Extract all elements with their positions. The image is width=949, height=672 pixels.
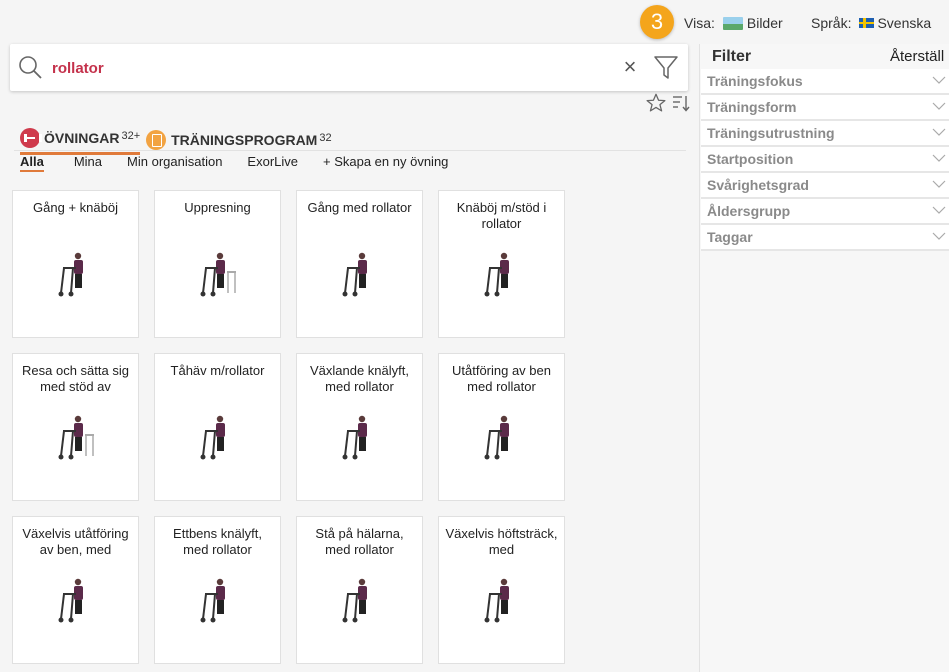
exercise-card[interactable]: Växelvis utåtföring av ben, med [12,516,139,664]
filter-title: Filter [712,48,752,65]
list-tools [645,92,691,114]
exercise-illustration [200,415,225,460]
clear-search-icon[interactable]: × [620,56,640,78]
filter-item-aldersgrupp[interactable]: Åldersgrupp [701,199,949,225]
chevron-down-icon [932,154,946,162]
language-label: Språk: [811,15,852,31]
filter-panel: Filter Återställ Träningsfokus Träningsf… [699,44,949,672]
exercise-title: Knäböj m/stöd i rollator [456,200,547,231]
exercise-illustration [58,578,83,623]
filter-item-label: Träningsutrustning [707,125,835,141]
exercise-title: Tåhäv m/rollator [170,363,265,378]
dumbbell-icon [20,128,42,148]
swedish-flag-icon [859,18,875,28]
top-bar: 3 Visa: Bilder Språk: Svenska [0,0,949,44]
exercise-title: Växelvis utåtföring av ben, med [22,526,129,557]
create-exercise-link[interactable]: + Skapa en ny övning [323,154,448,172]
tab-programs-label: TRÄNINGSPROGRAM [171,131,318,148]
step-badge: 3 [640,5,674,39]
program-icon [146,129,167,150]
sort-icon[interactable] [671,93,691,113]
tab-exercises-count: 32+ [121,130,141,142]
exercise-illustration [484,578,509,623]
filter-item-label: Startposition [707,151,794,167]
exercise-card[interactable]: Gång + knäböj [12,190,139,338]
exercise-title: Utåtföring av ben med rollator [451,363,551,394]
filter-item-traningsutrustning[interactable]: Träningsutrustning [701,121,949,147]
subtab-mine[interactable]: Mina [74,154,102,172]
tab-exercises-label: ÖVNINGAR [44,130,120,146]
exercise-card[interactable]: Växelvis höftsträck, med [438,516,565,664]
language-value[interactable]: Svenska [877,15,931,31]
filter-item-label: Åldersgrupp [707,203,791,219]
exercise-card[interactable]: Ettbens knälyft, med rollator [154,516,281,664]
exercise-title: Gång med rollator [307,200,412,215]
filter-item-traningsform[interactable]: Träningsform [701,95,949,121]
view-selector[interactable]: Visa: Bilder [684,15,783,31]
filter-item-label: Träningsfokus [707,73,803,89]
filter-item-label: Svårighetsgrad [707,177,809,193]
subtab-exorlive[interactable]: ExorLive [247,154,298,172]
view-label: Visa: [684,15,715,31]
chevron-down-icon [932,128,946,136]
exercise-title: Ettbens knälyft, med rollator [173,526,262,557]
filter-list: Träningsfokus Träningsform Träningsutrus… [701,69,949,251]
subtab-all[interactable]: Alla [20,154,44,172]
exercise-illustration [484,415,509,460]
view-value[interactable]: Bilder [747,15,783,31]
exercise-illustration [58,252,83,297]
exercise-card[interactable]: Växlande knälyft, med rollator [296,353,423,501]
exercise-title: Resa och sätta sig med stöd av [22,363,129,394]
search-icon [19,56,42,79]
exercise-card[interactable]: Resa och sätta sig med stöd av [12,353,139,501]
exercise-card[interactable]: Gång med rollator [296,190,423,338]
chevron-down-icon [932,232,946,240]
tab-programs-count: 32 [319,131,332,144]
exercise-title: Stå på hälarna, med rollator [315,526,404,557]
exercise-card[interactable]: Knäböj m/stöd i rollator [438,190,565,338]
exercise-illustration [484,252,509,297]
exercise-title: Växlande knälyft, med rollator [309,363,409,394]
exercise-card[interactable]: Utåtföring av ben med rollator [438,353,565,501]
chevron-down-icon [932,180,946,188]
exercise-illustration [342,252,367,297]
exercise-title: Gång + knäböj [33,200,118,215]
filter-icon[interactable] [652,53,680,81]
exercise-illustration [200,578,225,623]
sub-tabs: Alla Mina Min organisation ExorLive + Sk… [20,154,473,172]
exercise-card[interactable]: Stå på hälarna, med rollator [296,516,423,664]
search-box: × [10,44,688,91]
exercise-illustration [58,415,94,460]
exercise-illustration [342,578,367,623]
filter-item-startposition[interactable]: Startposition [701,147,949,173]
exercise-title: Växelvis höftsträck, med [445,526,558,557]
star-icon[interactable] [645,92,667,114]
subtab-organisation[interactable]: Min organisation [127,154,222,172]
reset-filters-link[interactable]: Återställ [890,48,944,65]
tab-divider [14,150,686,151]
filter-item-traningsfokus[interactable]: Träningsfokus [701,69,949,95]
filter-item-label: Träningsform [707,99,797,115]
exercise-illustration [200,252,236,297]
exercise-title: Uppresning [184,200,251,215]
filter-item-label: Taggar [707,229,753,245]
filter-item-svarighetsgrad[interactable]: Svårighetsgrad [701,173,949,199]
image-icon [722,16,743,30]
chevron-down-icon [932,76,946,84]
chevron-down-icon [932,102,946,110]
exercise-illustration [342,415,367,460]
language-selector[interactable]: Språk: Svenska [811,15,931,31]
chevron-down-icon [932,206,946,214]
exercise-card[interactable]: Tåhäv m/rollator [154,353,281,501]
search-input[interactable] [52,56,612,80]
exercise-card[interactable]: Uppresning [154,190,281,338]
filter-item-taggar[interactable]: Taggar [701,225,949,251]
